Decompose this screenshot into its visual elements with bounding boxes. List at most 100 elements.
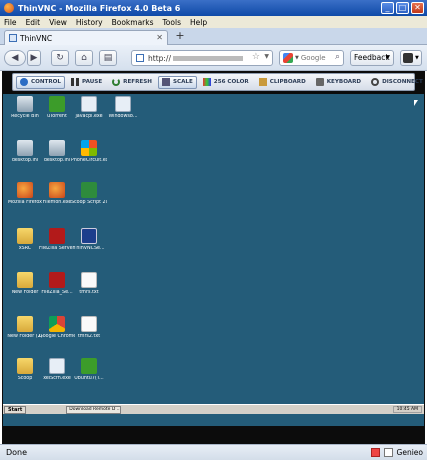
vnc-refresh-button[interactable]: REFRESH <box>108 76 156 89</box>
vnc-button-label: DISCONNECT <box>382 79 423 85</box>
vnc-control-button[interactable]: CONTROL <box>16 75 65 89</box>
search-engine-dropdown-icon[interactable]: ▼ <box>295 55 299 61</box>
desktop-icon[interactable]: PhoneCircuit.exe <box>71 140 107 164</box>
genieo-label[interactable]: Genieo <box>397 448 423 457</box>
remote-desktop[interactable]: Recycle Bin uTorrent javacpl.exe Windows8..… <box>3 94 424 426</box>
maximize-button[interactable]: □ <box>396 2 409 14</box>
addons-button[interactable]: ▼ <box>400 50 422 66</box>
url-bar[interactable]: http:// ☆ ▼ <box>131 50 273 66</box>
desktop-icon[interactable]: Google Chrome <box>39 316 75 340</box>
desktop-icon-label: uTorrent <box>47 114 67 119</box>
desktop-icon[interactable]: Recycle Bin <box>7 96 43 120</box>
reload-button[interactable]: ↻ <box>51 50 69 66</box>
thinvnc-icon <box>81 228 97 244</box>
menu-view[interactable]: View <box>49 18 67 27</box>
taskbar-item[interactable]: Download Remote D ... <box>66 405 122 414</box>
desktop-icon[interactable]: uTorrent <box>39 96 75 120</box>
desktop-icon[interactable]: New Folder (2) <box>7 316 43 340</box>
desktop-icon[interactable]: Ubuntu7(T... <box>71 358 107 382</box>
google-icon[interactable] <box>283 53 293 63</box>
vnc-button-label: CONTROL <box>31 79 61 85</box>
desktop-icon[interactable]: Scoop Script 2004 <box>71 182 107 206</box>
disconnect-icon <box>371 78 380 86</box>
menu-edit[interactable]: Edit <box>26 18 41 27</box>
page-content: CONTROL PAUSE REFRESH SCALE 256 COLOR CLIPBOA… <box>2 71 425 444</box>
site-identity-icon[interactable] <box>136 54 144 62</box>
vnc-keyboard-button[interactable]: KEYBOARD <box>312 76 365 89</box>
remote-taskbar: Start Download Remote D ... 10:45 AM <box>3 404 424 414</box>
vnc-button-label: 256 COLOR <box>213 79 249 85</box>
addon-status-icon[interactable] <box>370 448 380 457</box>
menu-history[interactable]: History <box>76 18 103 27</box>
desktop-icon-label: javacpl.exe <box>75 114 103 119</box>
desktop-icon[interactable]: Mozilla Firefox <box>7 182 43 206</box>
desktop-icon[interactable]: Windows8... <box>105 96 141 120</box>
bin-icon <box>49 140 65 156</box>
desktop-icon[interactable]: javacpl.exe <box>71 96 107 120</box>
bookmarks-button[interactable]: ▤ <box>99 50 117 66</box>
vnc-disconnect-button[interactable]: DISCONNECT <box>367 76 427 89</box>
vnc-256-color-button[interactable]: 256 COLOR <box>199 76 253 89</box>
new-tab-button[interactable]: + <box>172 30 188 43</box>
desktop-icon[interactable]: xSRC <box>7 228 43 252</box>
vnc-button-label: CLIPBOARD <box>269 79 306 85</box>
menu-bookmarks[interactable]: Bookmarks <box>112 18 154 27</box>
search-input[interactable] <box>300 54 335 62</box>
vnc-button-label: PAUSE <box>82 79 103 85</box>
feedback-dropdown-icon: ▼ <box>385 54 390 61</box>
addons-dropdown-icon: ▼ <box>415 55 419 61</box>
desktop-icon[interactable]: desktop.ini <box>7 140 43 164</box>
tab-thinvnc[interactable]: ThinVNC ✕ <box>4 30 168 45</box>
search-icon[interactable]: ⌕ <box>335 52 340 62</box>
genieo-icon[interactable] <box>383 448 393 457</box>
search-bar[interactable]: ▼ ⌕ <box>279 50 344 66</box>
filezilla-icon <box>49 228 65 244</box>
puzzle-icon <box>403 53 413 63</box>
desktop-icon-label: FileZilla_Se... <box>41 290 73 295</box>
firefox-icon <box>17 182 33 198</box>
desktop-icon[interactable]: Scoop <box>7 358 43 382</box>
pause-icon <box>71 78 79 86</box>
home-button[interactable]: ⌂ <box>75 50 93 66</box>
desktop-icon[interactable]: tmrs.txt <box>71 272 107 296</box>
back-button[interactable]: ◀ <box>4 50 26 66</box>
vnc-clipboard-button[interactable]: CLIPBOARD <box>255 76 310 89</box>
status-right: Genieo <box>370 448 423 457</box>
desktop-icon-label: Scoop Script 2004 <box>71 200 107 205</box>
folder-icon <box>17 316 33 332</box>
url-dropdown-icon[interactable]: ▼ <box>264 53 269 60</box>
desktop-icon-label: ThinVNCSe... <box>73 246 105 251</box>
menu-tools[interactable]: Tools <box>163 18 181 27</box>
desktop-icon-label: PhoneCircuit.exe <box>71 158 107 163</box>
navigation-bar: ◀ ▶ ↻ ⌂ ▤ http:// ☆ ▼ ▼ ⌕ Feedback ▼ ▼ <box>0 45 427 71</box>
desktop-icon[interactable]: FileZilla Server Interface <box>39 228 75 252</box>
status-bar: Done Genieo <box>0 444 427 460</box>
desktop-icon[interactable]: tmrs2.txt <box>71 316 107 340</box>
start-button[interactable]: Start <box>4 405 27 414</box>
utorrent-icon <box>81 358 97 374</box>
doc-icon <box>81 272 97 288</box>
desktop-icon[interactable]: Filemon.exe <box>39 182 75 206</box>
bookmark-star-icon[interactable]: ☆ <box>252 52 260 62</box>
minimize-button[interactable]: _ <box>381 2 394 14</box>
tab-close-icon[interactable]: ✕ <box>156 33 163 42</box>
vnc-pause-button[interactable]: PAUSE <box>67 76 106 89</box>
feedback-button[interactable]: Feedback ▼ <box>350 50 394 66</box>
desktop-icon-label: desktop.ini <box>11 158 39 163</box>
desktop-icon[interactable]: New Folder <box>7 272 43 296</box>
close-button[interactable]: ✕ <box>411 2 424 14</box>
vnc-scale-button[interactable]: SCALE <box>157 75 197 89</box>
window-controls: _ □ ✕ <box>381 2 424 14</box>
menu-help[interactable]: Help <box>190 18 207 27</box>
chrome-icon <box>49 316 65 332</box>
keyboard-icon <box>315 78 324 86</box>
forward-button[interactable]: ▶ <box>27 50 41 66</box>
desktop-icon-label: Windows8... <box>108 114 138 119</box>
desktop-icon[interactable]: FileZilla_Se... <box>39 272 75 296</box>
desktop-icon[interactable]: xelScrn.exe <box>39 358 75 382</box>
menu-file[interactable]: File <box>4 18 17 27</box>
desktop-icon-label: Recycle Bin <box>11 114 39 119</box>
desktop-icon[interactable]: desktop.ini <box>39 140 75 164</box>
desktop-icon[interactable]: ThinVNCSe... <box>71 228 107 252</box>
desktop-icon-label: xelScrn.exe <box>43 376 71 381</box>
